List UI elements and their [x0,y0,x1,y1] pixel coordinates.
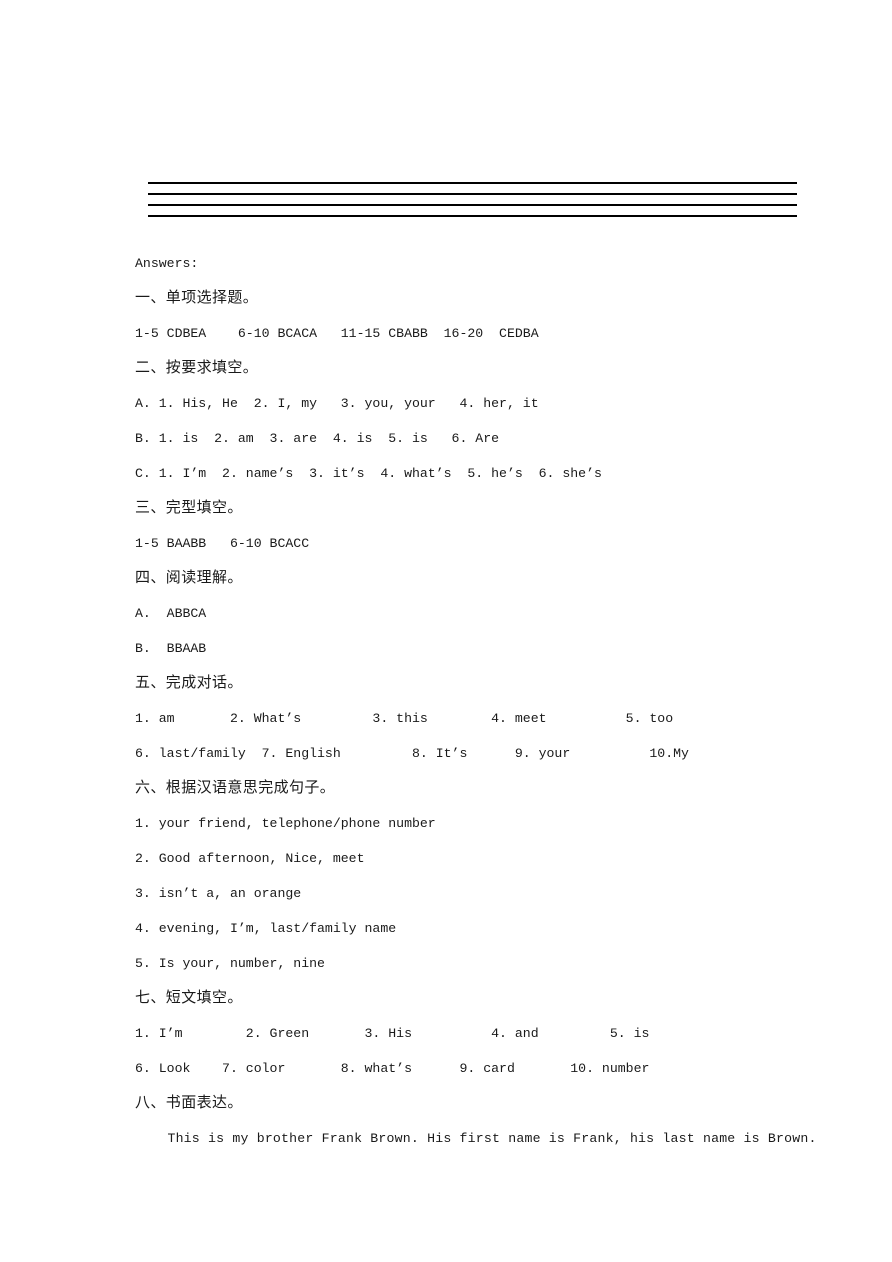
section-6-line-5: 5. Is your, number, nine [135,956,325,971]
section-6-line-1: 1. your friend, telephone/phone number [135,816,436,831]
section-7-line-2: 6. Look 7. color 8. what’s 9. card 10. n… [135,1061,650,1076]
section-4-line-1: A. ABBCA [135,606,207,621]
section-1-line-1: 1-5 CDBEA 6-10 BCACA 11-15 CBABB 16-20 C… [135,326,539,341]
section-heading-1: 一、单项选择题。 [135,290,259,306]
section-heading-5: 五、完成对话。 [135,675,243,691]
section-2-line-3: C. 1. I’m 2. name’s 3. it’s 4. what’s 5.… [135,466,602,481]
answer-key-body: Answers: 一、单项选择题。 1-5 CDBEA 6-10 BCACA 1… [135,246,835,1156]
section-heading-3: 三、完型填空。 [135,500,243,516]
section-2-line-2: B. 1. is 2. am 3. are 4. is 5. is 6. Are [135,431,500,446]
section-5-line-2: 6. last/family 7. English 8. It’s 9. you… [135,746,689,761]
section-6-line-3: 3. isn’t a, an orange [135,886,302,901]
ruled-line [148,193,797,195]
section-heading-7: 七、短文填空。 [135,990,243,1006]
document-page: Answers: 一、单项选择题。 1-5 CDBEA 6-10 BCACA 1… [0,0,892,1262]
section-3-line-1: 1-5 BAABB 6-10 BCACC [135,536,310,551]
ruled-lines-block [148,182,797,217]
section-5-line-1: 1. am 2. What’s 3. this 4. meet 5. too [135,711,674,726]
section-4-line-2: B. BBAAB [135,641,207,656]
section-2-line-1: A. 1. His, He 2. I, my 3. you, your 4. h… [135,396,539,411]
section-heading-4: 四、阅读理解。 [135,570,243,586]
ruled-line [148,215,797,217]
section-7-line-1: 1. I’m 2. Green 3. His 4. and 5. is [135,1026,650,1041]
section-heading-2: 二、按要求填空。 [135,360,259,376]
section-heading-8: 八、书面表达。 [135,1095,243,1111]
answers-heading: Answers: [135,256,199,271]
section-heading-6: 六、根据汉语意思完成句子。 [135,780,336,796]
section-6-line-2: 2. Good afternoon, Nice, meet [135,851,365,866]
section-8-essay-paragraph: This is my brother Frank Brown. His firs… [135,1131,817,1146]
section-6-line-4: 4. evening, I’m, last/family name [135,921,397,936]
ruled-line [148,182,797,184]
ruled-line [148,204,797,206]
